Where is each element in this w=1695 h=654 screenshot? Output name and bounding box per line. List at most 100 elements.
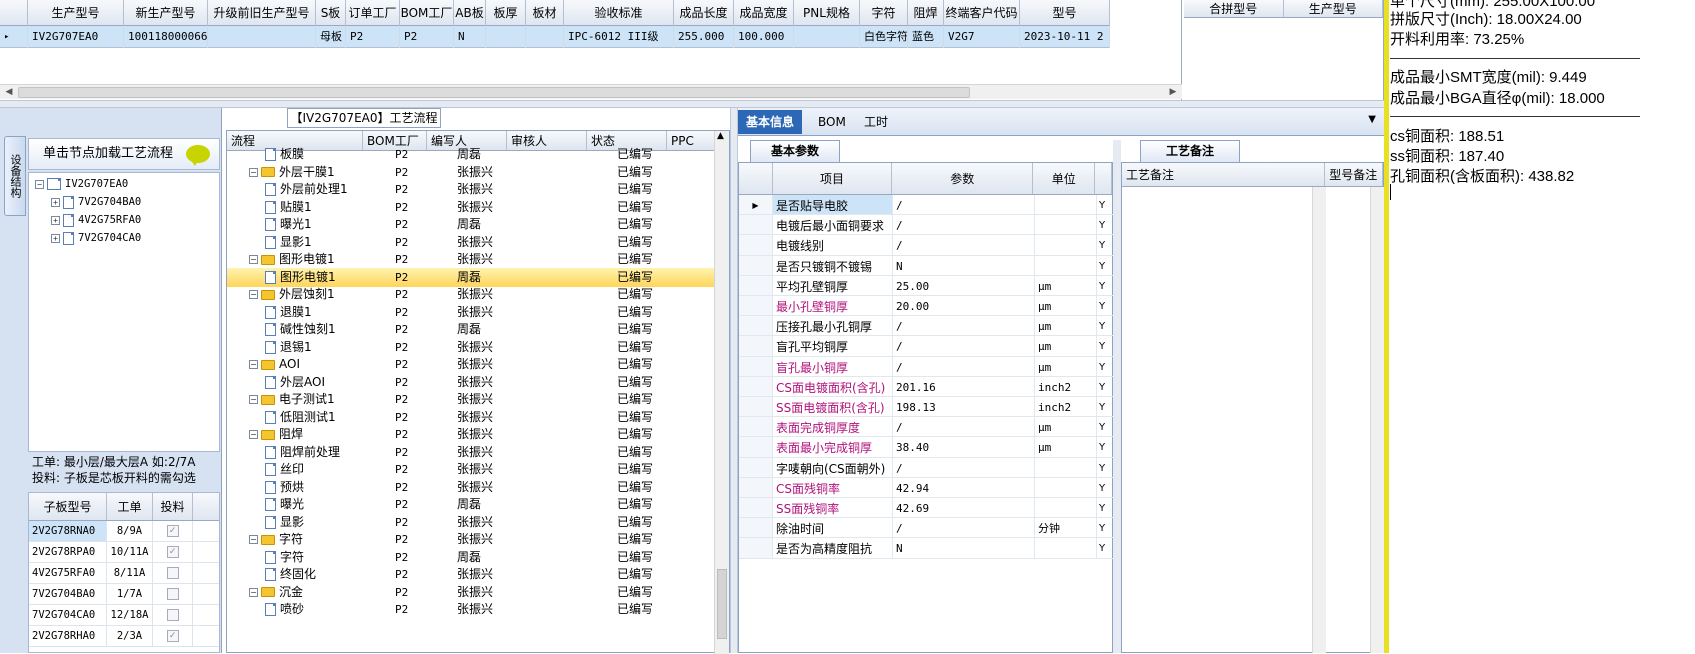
top-grid-cell[interactable] (526, 26, 564, 48)
process-row[interactable]: 终固化 P2 张振兴 已编写 (227, 565, 715, 584)
top-grid-cell[interactable]: P2 (400, 26, 454, 48)
top-grid-hscrollbar[interactable]: ◀ ▶ (0, 84, 1182, 99)
param-value-cell[interactable]: N (893, 538, 1035, 558)
collapse-icon[interactable]: − (249, 255, 258, 264)
top-grid-cell[interactable]: IV2G707EA0 (28, 26, 124, 48)
param-value-cell[interactable]: / (893, 336, 1035, 356)
row-selector[interactable] (739, 457, 773, 477)
tree-child-node[interactable]: +7V2G704CA0 (51, 229, 141, 247)
param-value-cell[interactable]: 38.40 (893, 437, 1035, 457)
row-selector[interactable] (739, 437, 773, 457)
param-value-cell[interactable]: / (893, 518, 1035, 538)
feed-checkbox[interactable] (166, 567, 179, 579)
top-grid-cell[interactable]: 10011800006620 (124, 26, 208, 48)
top-grid-cell[interactable]: V2G7 (944, 26, 1020, 48)
param-value-cell[interactable]: / (893, 316, 1035, 336)
collapse-icon[interactable]: − (249, 360, 258, 369)
param-row[interactable]: SS面残铜率 42.69 Y (739, 498, 1114, 519)
top-grid-cell[interactable] (208, 26, 316, 48)
param-row[interactable]: ▶ 是否贴导电胶 / Y (739, 195, 1114, 216)
top-grid-cell[interactable]: P2 (346, 26, 400, 48)
row-selector[interactable] (739, 275, 773, 295)
top-grid-col-header[interactable]: 订单工厂 (346, 0, 400, 26)
collapse-icon[interactable]: − (35, 179, 44, 189)
top-product-grid[interactable]: 生产型号 新生产型号 升级前旧生产型号 S板 订单工厂 BOM工厂 AB板 板厚 板材 验收标准成… (0, 0, 1182, 100)
row-selector[interactable] (739, 255, 773, 275)
top-grid-col-header[interactable]: 板材 (526, 0, 564, 26)
param-row[interactable]: 表面最小完成铜厚 38.40 μm Y (739, 437, 1114, 458)
param-value-cell[interactable]: 20.00 (893, 296, 1035, 316)
param-row[interactable]: 是否为高精度阻抗 N Y (739, 538, 1114, 559)
top-grid-cell[interactable]: 255.000 (674, 26, 734, 48)
process-row[interactable]: 字符 P2 周磊 已编写 (227, 548, 715, 567)
param-value-cell[interactable]: 25.00 (893, 275, 1035, 295)
model-note-scrollbar[interactable] (1370, 187, 1384, 653)
top-grid-cell[interactable]: 蓝色 (908, 26, 944, 48)
tree-root-node[interactable]: − IV2G707EA0 (35, 175, 128, 193)
param-row[interactable]: 平均孔壁铜厚 25.00 μm Y (739, 275, 1114, 296)
param-row[interactable]: 盲孔最小铜厚 / μm Y (739, 356, 1114, 377)
subboard-row[interactable]: 7V2G704CA0 12/18A (29, 605, 219, 626)
scroll-up-icon[interactable]: ▲ (717, 131, 724, 141)
top-grid-col-header[interactable]: 生产型号 (28, 0, 124, 26)
row-selector[interactable] (739, 417, 773, 437)
param-row[interactable]: 盲孔平均铜厚 / μm Y (739, 336, 1114, 357)
tab-craft-note[interactable]: 工艺备注 (1140, 140, 1240, 162)
process-row[interactable]: 碱性蚀刻1 P2 周磊 已编写 (227, 320, 715, 339)
process-row[interactable]: 显影1 P2 张振兴 已编写 (227, 233, 715, 252)
param-row[interactable]: 字唛朝向(CS面朝外) / Y (739, 457, 1114, 478)
craft-note-text[interactable] (1122, 187, 1326, 653)
top-grid-cell[interactable]: IPC-6012 III级 (564, 26, 674, 48)
tree-child-node[interactable]: +7V2G704BA0 (51, 193, 141, 211)
subboard-row[interactable]: 2V2G78RHA0 2/3A ✓ (29, 626, 219, 647)
row-selector[interactable] (739, 538, 773, 558)
row-selector[interactable] (739, 296, 773, 316)
process-row[interactable]: − 阻焊 P2 张振兴 已编写 (227, 425, 715, 444)
top-grid-col-header[interactable]: 终端客户代码 (944, 0, 1020, 26)
subboard-grid[interactable]: 子板型号 工单 投料 2V2G78RNA0 8/9A ✓ 2V2G78RPA0 10/1… (28, 492, 220, 653)
param-value-cell[interactable]: 201.16 (893, 376, 1035, 396)
process-row[interactable]: 板膜 P2 周磊 已编写 (227, 145, 715, 164)
collapse-icon[interactable]: − (249, 430, 258, 439)
param-row[interactable]: SS面电镀面积(含孔) 198.13 inch2 Y (739, 397, 1114, 418)
process-row[interactable]: − 字符 P2 张振兴 已编写 (227, 530, 715, 549)
feed-checkbox[interactable]: ✓ (166, 546, 179, 558)
top-grid-cell[interactable] (486, 26, 526, 48)
process-row[interactable]: 贴膜1 P2 张振兴 已编写 (227, 198, 715, 217)
top-grid-cell[interactable]: 母板 (316, 26, 346, 48)
param-row[interactable]: 压接孔最小孔铜厚 / μm Y (739, 316, 1114, 337)
param-value-cell[interactable]: / (893, 235, 1035, 255)
top-grid-col-header[interactable]: 阻焊 (908, 0, 944, 26)
top-grid-col-header[interactable]: 板厚 (486, 0, 526, 26)
process-row[interactable]: − AOI P2 张振兴 已编写 (227, 355, 715, 374)
param-row[interactable]: 表面完成铜厚度 / μm Y (739, 417, 1114, 438)
subboard-row[interactable]: 2V2G78RNA0 8/9A ✓ (29, 521, 219, 542)
scroll-left-icon[interactable]: ◀ (2, 86, 16, 99)
process-row[interactable]: 低阻测试1 P2 张振兴 已编写 (227, 408, 715, 427)
param-row[interactable]: 是否只镀铜不镀锡 N Y (739, 255, 1114, 276)
process-row[interactable]: 曝光 P2 周磊 已编写 (227, 495, 715, 514)
process-row[interactable]: − 图形电镀1 P2 张振兴 已编写 (227, 250, 715, 269)
process-row[interactable]: 图形电镀1 P2 周磊 已编写 (227, 267, 715, 287)
scroll-thumb[interactable] (717, 569, 727, 639)
top-grid-col-header[interactable]: AB板 (454, 0, 486, 26)
param-value-cell[interactable]: / (893, 457, 1035, 477)
structure-vertical-tab[interactable]: 设备结构 (4, 136, 26, 216)
process-row[interactable]: 喷砂 P2 张振兴 已编写 (227, 600, 715, 619)
collapse-icon[interactable]: − (249, 290, 258, 299)
param-value-cell[interactable]: 198.13 (893, 397, 1035, 417)
feed-checkbox[interactable] (166, 588, 179, 600)
row-selector[interactable] (739, 215, 773, 235)
expand-icon[interactable]: + (51, 215, 60, 225)
param-value-cell[interactable]: N (893, 255, 1035, 275)
row-selector[interactable] (739, 518, 773, 538)
top-grid-cell[interactable] (794, 26, 860, 48)
param-row[interactable]: CS面电镀面积(含孔) 201.16 inch2 Y (739, 376, 1114, 397)
row-selector[interactable] (739, 397, 773, 417)
process-row[interactable]: − 外层干膜1 P2 张振兴 已编写 (227, 163, 715, 182)
process-row[interactable]: 预烘 P2 张振兴 已编写 (227, 478, 715, 497)
scroll-right-icon[interactable]: ▶ (1166, 86, 1180, 99)
vertical-splitter[interactable] (1113, 140, 1121, 653)
process-row[interactable]: − 外层蚀刻1 P2 张振兴 已编写 (227, 285, 715, 304)
process-row[interactable]: 曝光1 P2 周磊 已编写 (227, 215, 715, 234)
